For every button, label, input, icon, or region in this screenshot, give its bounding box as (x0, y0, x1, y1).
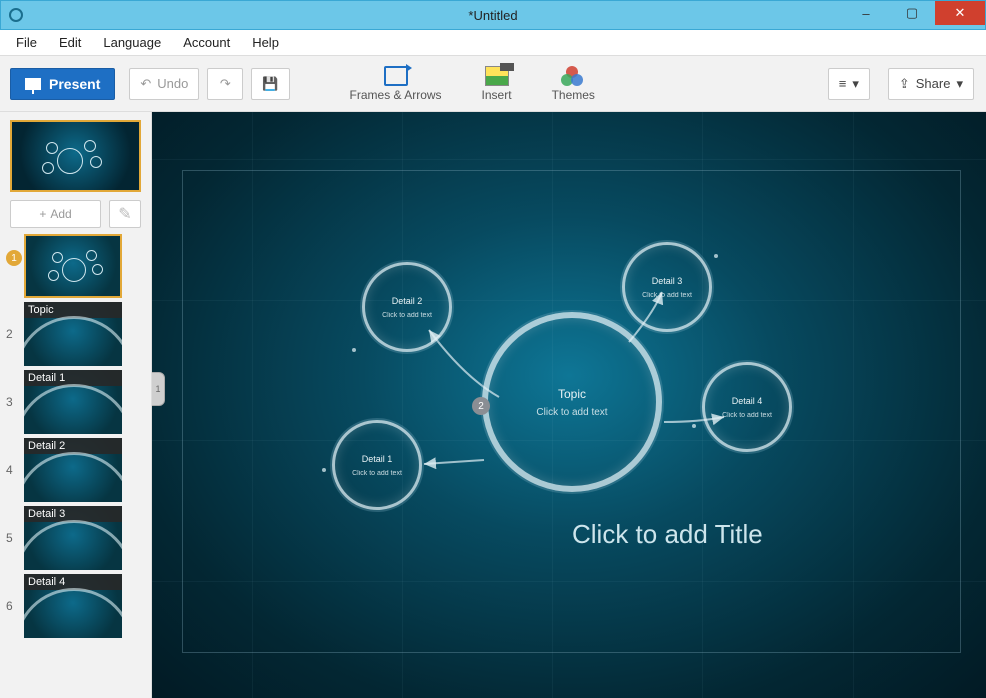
share-label: Share (916, 76, 951, 91)
topic-subtext: Click to add text (536, 407, 607, 418)
toolbar: Present ↶ Undo ↷ 💾 Frames & Arrows Inser… (0, 56, 986, 112)
path-number: 2 (6, 327, 13, 341)
step-badge: 2 (472, 397, 490, 415)
window-controls: – ▢ ✕ (843, 1, 985, 29)
menu-edit[interactable]: Edit (49, 31, 91, 54)
detail-subtext: Click to add text (642, 292, 692, 299)
present-label: Present (49, 76, 100, 92)
share-icon: ⇪ (899, 76, 910, 92)
themes-icon (561, 66, 585, 86)
save-icon: 💾 (262, 76, 278, 92)
detail-3-bubble[interactable]: Detail 3 Click to add text (622, 242, 712, 332)
save-button[interactable]: 💾 (251, 68, 289, 100)
path-number: 6 (6, 599, 13, 613)
path-list[interactable]: 1 2 Topic 3 Detail 1 (0, 234, 151, 698)
plus-icon: + (39, 207, 46, 221)
detail-title: Detail 1 (362, 454, 393, 464)
overview-thumbnail[interactable] (10, 120, 141, 192)
path-number: 5 (6, 531, 13, 545)
share-button[interactable]: ⇪ Share ▾ (888, 68, 974, 100)
path-step-2[interactable]: 2 Topic (4, 302, 151, 366)
present-button[interactable]: Present (10, 68, 115, 100)
themes-tool[interactable]: Themes (552, 66, 595, 102)
detail-1-bubble[interactable]: Detail 1 Click to add text (332, 420, 422, 510)
themes-label: Themes (552, 88, 595, 102)
menu-help[interactable]: Help (242, 31, 289, 54)
undo-icon: ↶ (140, 76, 151, 92)
canvas-area[interactable]: Topic Click to add text 2 Detail 2 Click… (152, 112, 986, 698)
add-path-button[interactable]: + Add (10, 200, 101, 228)
chevron-down-icon: ▾ (852, 76, 859, 92)
path-sidebar: + Add ✎ 1 2 Topic (0, 112, 152, 698)
frames-arrows-tool[interactable]: Frames & Arrows (350, 66, 442, 102)
maximize-button[interactable]: ▢ (889, 1, 935, 25)
chevron-down-icon: ▾ (956, 76, 963, 92)
insert-icon (485, 66, 509, 86)
title-placeholder[interactable]: Click to add Title (572, 519, 763, 550)
menu-file[interactable]: File (6, 31, 47, 54)
path-step-6[interactable]: 6 Detail 4 (4, 574, 151, 638)
detail-subtext: Click to add text (352, 470, 402, 477)
detail-subtext: Click to add text (382, 312, 432, 319)
redo-icon: ↷ (220, 76, 231, 92)
insert-tool[interactable]: Insert (482, 66, 512, 102)
path-step-5[interactable]: 5 Detail 3 (4, 506, 151, 570)
detail-title: Detail 2 (392, 296, 423, 306)
path-number: 4 (6, 463, 13, 477)
detail-title: Detail 4 (732, 396, 763, 406)
menu-bar: File Edit Language Account Help (0, 30, 986, 56)
frames-label: Frames & Arrows (350, 88, 442, 102)
settings-menu-button[interactable]: ≡ ▾ (828, 68, 870, 100)
collapse-label: 1 (155, 384, 160, 394)
window-title: *Untitled (468, 8, 517, 23)
path-step-1[interactable]: 1 (4, 234, 151, 298)
topic-title: Topic (558, 387, 586, 401)
undo-button[interactable]: ↶ Undo (129, 68, 199, 100)
undo-label: Undo (157, 76, 188, 91)
canvas-background: Topic Click to add text 2 Detail 2 Click… (152, 112, 986, 698)
insert-label: Insert (482, 88, 512, 102)
detail-subtext: Click to add text (722, 412, 772, 419)
edit-path-button[interactable]: ✎ (109, 200, 141, 228)
app-icon (9, 8, 23, 22)
redo-button[interactable]: ↷ (207, 68, 243, 100)
pencil-icon: ✎ (118, 204, 131, 224)
path-step-4[interactable]: 4 Detail 2 (4, 438, 151, 502)
detail-4-bubble[interactable]: Detail 4 Click to add text (702, 362, 792, 452)
minimize-button[interactable]: – (843, 1, 889, 25)
hamburger-icon: ≡ (839, 76, 847, 91)
present-icon (25, 78, 41, 90)
topic-bubble[interactable]: Topic Click to add text (482, 312, 662, 492)
menu-account[interactable]: Account (173, 31, 240, 54)
detail-title: Detail 3 (652, 276, 683, 286)
frames-icon (384, 66, 408, 86)
menu-language[interactable]: Language (93, 31, 171, 54)
window-titlebar: *Untitled – ▢ ✕ (0, 0, 986, 30)
detail-2-bubble[interactable]: Detail 2 Click to add text (362, 262, 452, 352)
add-label: Add (50, 207, 71, 221)
main-area: + Add ✎ 1 2 Topic (0, 112, 986, 698)
path-number: 1 (6, 250, 22, 266)
path-step-3[interactable]: 3 Detail 1 (4, 370, 151, 434)
close-button[interactable]: ✕ (935, 1, 985, 25)
path-number: 3 (6, 395, 13, 409)
sidebar-collapse-handle[interactable]: 1 (152, 372, 165, 406)
